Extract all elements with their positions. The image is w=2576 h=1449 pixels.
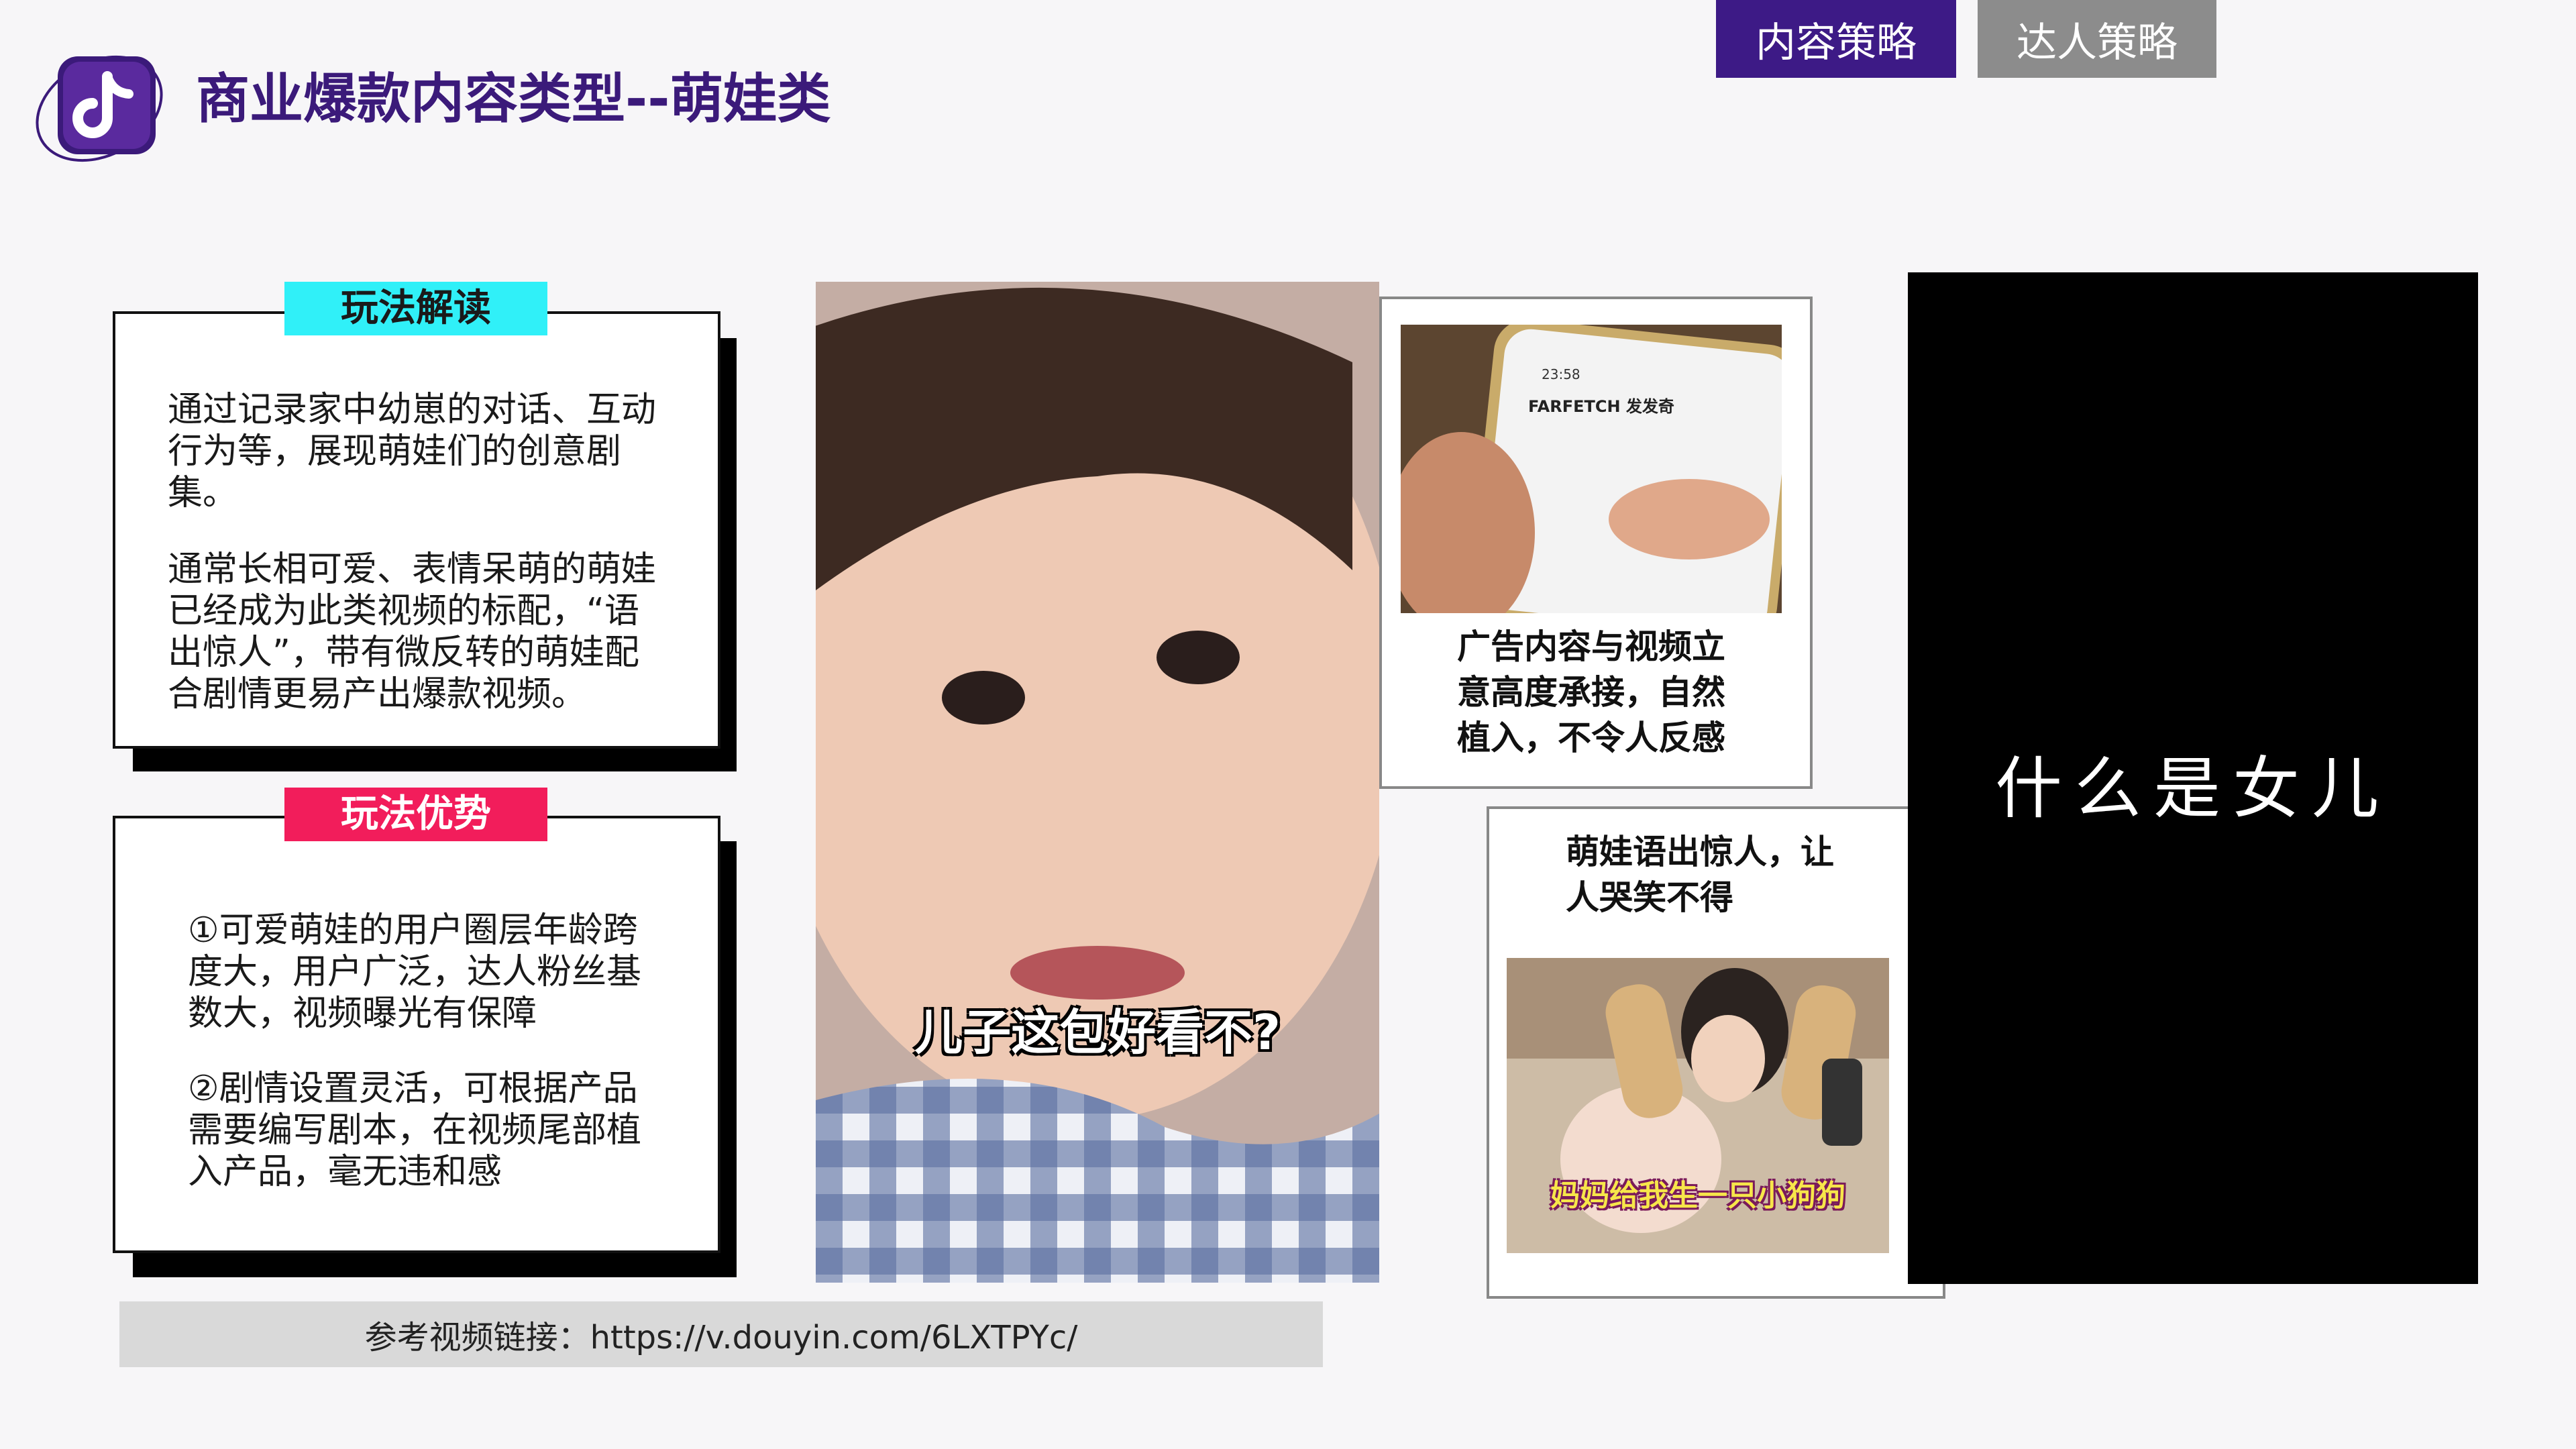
reference-link[interactable]: 参考视频链接：https://v.douyin.com/6LXTPYc/ — [119, 1301, 1323, 1367]
advantage-line: 数大，视频曝光有保障 — [188, 994, 537, 1034]
page-title: 商业爆款内容类型--萌娃类 — [196, 68, 831, 130]
interpret-line: 合剧情更易产出爆款视频。 — [168, 674, 587, 714]
advantage-line: 度大，用户广泛，达人粉丝基 — [188, 952, 642, 992]
phone-brand: FARFETCH 发发奇 — [1528, 397, 1674, 416]
advantage-label: 玩法优势 — [284, 788, 547, 841]
interpret-line: 已经成为此类视频的标配，“语 — [168, 591, 639, 631]
kid-note: 萌娃语出惊人，让 人哭笑不得 — [1566, 833, 1834, 917]
main-video-thumbnail[interactable]: 儿子这包好看不? — [816, 282, 1379, 1283]
interpret-line: 行为等，展现萌娃们的创意剧 — [168, 431, 622, 472]
advantage-line: ②剧情设置灵活，可根据产品 — [188, 1069, 638, 1109]
black-panel-text: 什么是女儿 — [1995, 749, 2391, 828]
phone-time: 23:58 — [1542, 366, 1580, 382]
tab-content-strategy[interactable]: 内容策略 — [1716, 0, 1956, 78]
interpret-card: 通过记录家中幼崽的对话、互动 行为等，展现萌娃们的创意剧 集。 通常长相可爱、表… — [113, 311, 720, 749]
advantage-line: 需要编写剧本，在视频尾部植 — [188, 1110, 642, 1150]
advantage-line: 入产品，毫无违和感 — [188, 1152, 502, 1192]
black-video-panel[interactable]: 什么是女儿 — [1908, 272, 2478, 1284]
ad-note: 广告内容与视频立 意高度承接，自然 植入，不令人反感 — [1457, 627, 1725, 757]
ad-phone-thumbnail[interactable]: 23:58 FARFETCH 发发奇 — [1401, 325, 1782, 613]
interpret-line: 集。 — [168, 473, 238, 513]
kid-video-caption: 妈妈给我生一只小狗狗 — [1550, 1179, 1845, 1213]
main-video-caption: 儿子这包好看不? — [914, 1004, 1281, 1061]
kid-video-thumbnail[interactable]: 妈妈给我生一只小狗狗 — [1507, 958, 1889, 1253]
interpret-line: 通常长相可爱、表情呆萌的萌娃 — [168, 549, 657, 590]
interpret-label: 玩法解读 — [284, 282, 547, 335]
advantage-line: ①可爱萌娃的用户圈层年龄跨 — [188, 910, 638, 951]
tab-kol-strategy[interactable]: 达人策略 — [1978, 0, 2216, 78]
douyin-logo-icon — [25, 39, 169, 170]
interpret-line: 通过记录家中幼崽的对话、互动 — [168, 390, 657, 430]
interpret-line: 出惊人”，带有微反转的萌娃配 — [168, 633, 639, 673]
advantage-card: ①可爱萌娃的用户圈层年龄跨 度大，用户广泛，达人粉丝基 数大，视频曝光有保障 ②… — [113, 816, 720, 1253]
